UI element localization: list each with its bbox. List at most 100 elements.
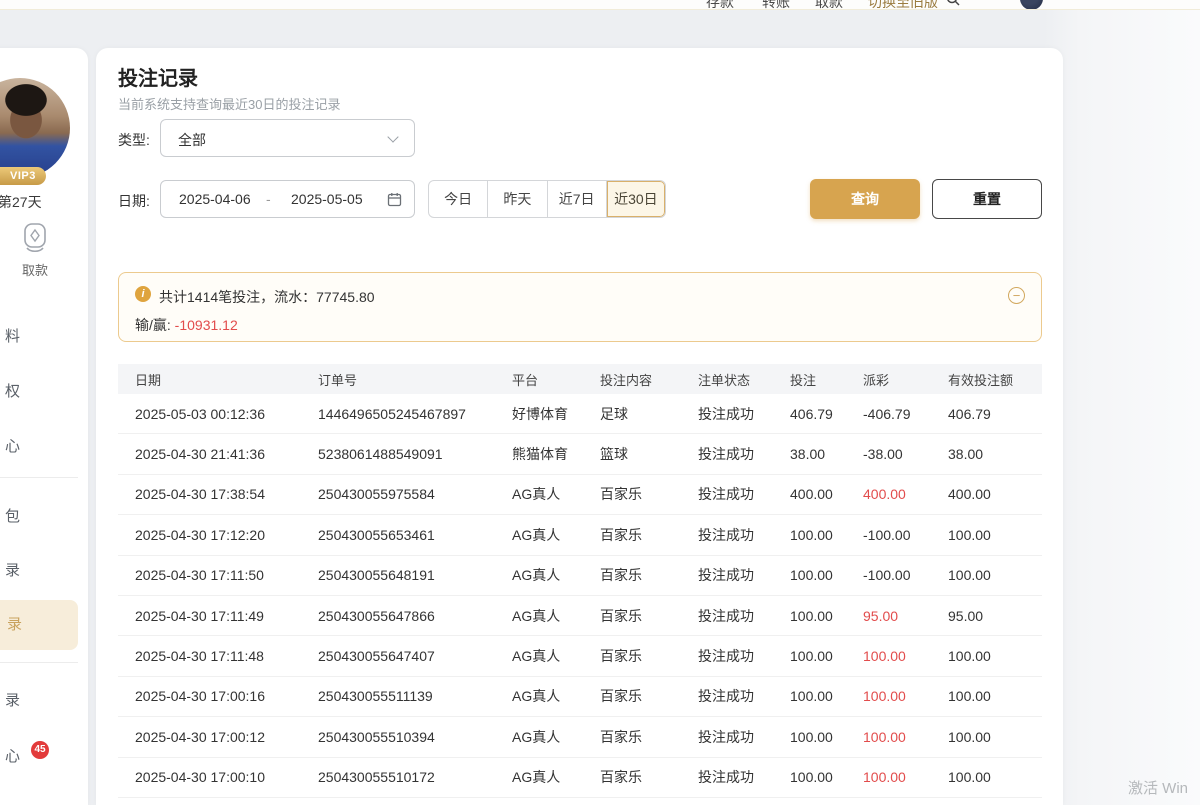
table-cell: 投注成功 [698, 767, 790, 787]
summary-loss-label: 输/赢: [135, 317, 171, 333]
vip-badge: VIP3 [0, 167, 46, 185]
topnav-item-withdraw[interactable]: 取款 [815, 0, 843, 10]
collapse-icon[interactable]: − [1008, 287, 1025, 304]
top-navigation: 存款 转账 取款 切换至旧版 [0, 0, 1200, 10]
sidebar-withdraw-button[interactable]: 取款 [0, 222, 70, 279]
table-cell: 100.00 [790, 769, 863, 785]
table-cell: 2025-04-30 21:41:36 [135, 446, 318, 462]
calendar-icon [387, 192, 402, 207]
table-header-cell: 订单号 [318, 370, 512, 389]
topnav-item-deposit[interactable]: 存款 [706, 0, 734, 10]
type-filter-label: 类型: [118, 130, 150, 150]
table-cell: 投注成功 [698, 484, 790, 504]
sidebar-item[interactable]: 料 [5, 325, 65, 346]
table-cell: 2025-04-30 17:11:50 [135, 567, 318, 583]
table-cell: 投注成功 [698, 444, 790, 464]
table-cell: -38.00 [863, 446, 948, 462]
table-cell: AG真人 [512, 565, 600, 585]
activate-windows-watermark: 激活 Win [1128, 777, 1188, 798]
table-cell: 100.00 [790, 567, 863, 583]
table-cell: 百家乐 [600, 525, 698, 545]
table-row: 2025-04-30 17:00:10250430055510172AG真人百家… [118, 758, 1042, 798]
table-header-row: 日期订单号平台投注内容注单状态投注派彩有效投注额 [118, 364, 1042, 394]
sidebar-item[interactable]: 包 [5, 505, 65, 526]
sidebar-item[interactable]: 录 [5, 689, 65, 710]
table-cell: 百家乐 [600, 565, 698, 585]
sidebar-divider [0, 477, 78, 478]
topnav-item-switch-version[interactable]: 切换至旧版 [868, 0, 938, 10]
table-cell: 250430055647866 [318, 608, 512, 624]
table-cell: AG真人 [512, 484, 600, 504]
topnav-item-transfer[interactable]: 转账 [762, 0, 790, 10]
table-cell: 熊猫体育 [512, 444, 600, 464]
quick-range-button[interactable]: 昨天 [487, 181, 546, 217]
table-cell: AG真人 [512, 767, 600, 787]
table-cell: 95.00 [948, 608, 1042, 624]
table-body: 2025-05-03 00:12:361446496505245467897好博… [118, 394, 1042, 798]
table-cell: 篮球 [600, 444, 698, 464]
table-cell: 百家乐 [600, 686, 698, 706]
user-avatar-small[interactable] [1020, 0, 1043, 10]
table-cell: 400.00 [863, 486, 948, 502]
table-cell: 95.00 [863, 608, 948, 624]
notification-badge: 45 [31, 741, 49, 759]
table-cell: 2025-04-30 17:12:20 [135, 527, 318, 543]
sidebar-item[interactable]: 录 [5, 559, 65, 580]
table-cell: 2025-04-30 17:38:54 [135, 486, 318, 502]
table-cell: 5238061488549091 [318, 446, 512, 462]
table-row: 2025-04-30 17:11:48250430055647407AG真人百家… [118, 636, 1042, 676]
quick-range-button[interactable]: 近7日 [547, 181, 606, 217]
reset-button[interactable]: 重置 [932, 179, 1042, 219]
table-cell: 38.00 [948, 446, 1042, 462]
summary-loss-value: -10931.12 [175, 317, 238, 333]
quick-range-group: 今日昨天近7日近30日 [428, 180, 666, 218]
type-select-dropdown[interactable]: 全部 [160, 119, 415, 157]
sidebar-item[interactable]: 权 [5, 380, 65, 401]
table-cell: 100.00 [863, 688, 948, 704]
sidebar-item[interactable]: 心 [5, 435, 65, 456]
table-row: 2025-05-03 00:12:361446496505245467897好博… [118, 394, 1042, 434]
table-cell: 100.00 [948, 527, 1042, 543]
table-cell: 百家乐 [600, 646, 698, 666]
table-row: 2025-04-30 17:00:12250430055510394AG真人百家… [118, 717, 1042, 757]
table-cell: 400.00 [790, 486, 863, 502]
table-cell: 406.79 [790, 406, 863, 422]
membership-day-text: 第27天 [0, 192, 42, 212]
table-cell: 1446496505245467897 [318, 406, 512, 422]
table-row: 2025-04-30 17:00:16250430055511139AG真人百家… [118, 677, 1042, 717]
date-range-picker[interactable]: 2025-04-06 - 2025-05-05 [160, 180, 415, 218]
table-cell: 400.00 [948, 486, 1042, 502]
search-button[interactable]: 查询 [810, 179, 920, 219]
table-cell: 投注成功 [698, 525, 790, 545]
withdraw-icon [0, 222, 70, 258]
search-icon[interactable] [945, 0, 961, 7]
chevron-down-icon [387, 131, 398, 142]
sidebar-item-active[interactable]: 录 [0, 600, 78, 650]
table-cell: 百家乐 [600, 767, 698, 787]
table-cell: 100.00 [790, 729, 863, 745]
quick-range-button[interactable]: 今日 [429, 181, 487, 217]
sidebar-divider [0, 662, 78, 663]
table-cell: 250430055648191 [318, 567, 512, 583]
summary-total-text: 共计1414笔投注，流水：77745.80 [159, 287, 375, 307]
quick-range-button[interactable]: 近30日 [606, 181, 665, 217]
table-cell: 足球 [600, 404, 698, 424]
table-cell: 2025-04-30 17:00:12 [135, 729, 318, 745]
table-cell: 250430055510394 [318, 729, 512, 745]
type-select-value: 全部 [178, 130, 206, 150]
table-cell: 250430055647407 [318, 648, 512, 664]
table-cell: AG真人 [512, 686, 600, 706]
table-header-cell: 投注内容 [600, 370, 698, 389]
table-cell: 投注成功 [698, 565, 790, 585]
table-row: 2025-04-30 17:12:20250430055653461AG真人百家… [118, 515, 1042, 555]
date-separator: - [266, 191, 271, 207]
table-cell: 好博体育 [512, 404, 600, 424]
table-cell: 100.00 [790, 688, 863, 704]
table-cell: 250430055653461 [318, 527, 512, 543]
table-cell: 2025-04-30 17:00:16 [135, 688, 318, 704]
page-title: 投注记录 [118, 62, 198, 91]
table-cell: 100.00 [948, 648, 1042, 664]
table-cell: 100.00 [948, 567, 1042, 583]
table-cell: 2025-04-30 17:00:10 [135, 769, 318, 785]
sidebar-item[interactable]: 心45 [5, 745, 65, 766]
